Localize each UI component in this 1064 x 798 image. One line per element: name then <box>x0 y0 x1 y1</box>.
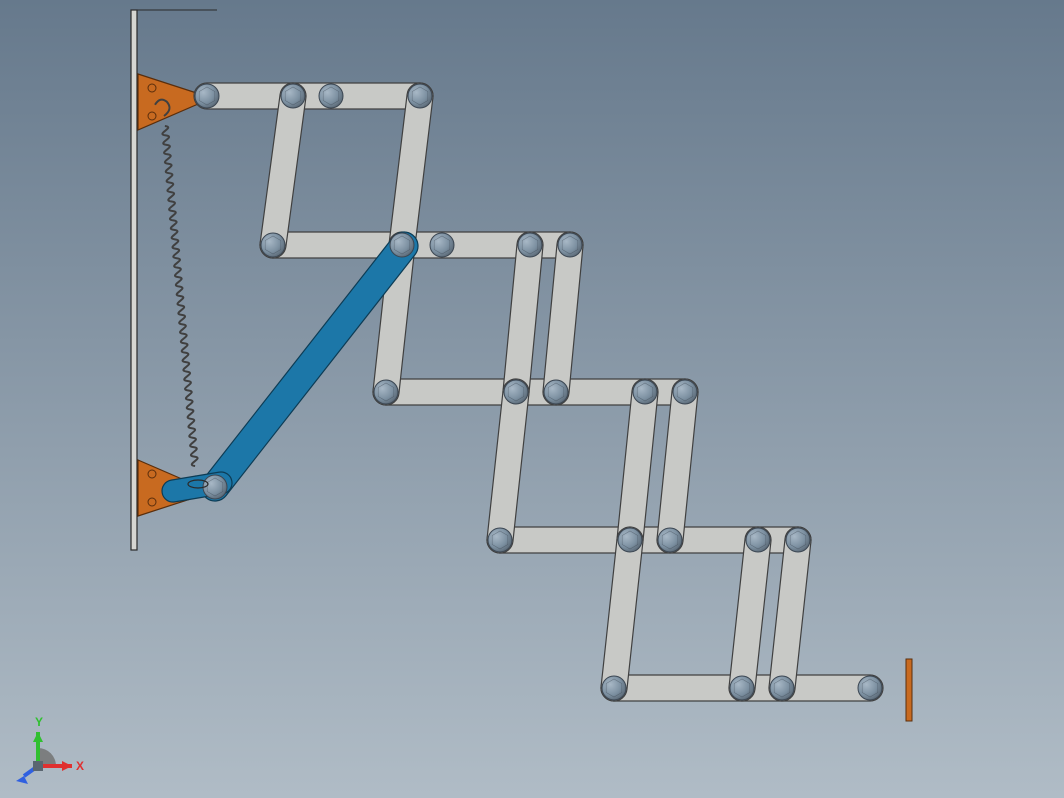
pivot-pin <box>673 380 697 404</box>
pivot-pin <box>602 676 626 700</box>
pivot-pin <box>281 84 305 108</box>
wall-plate <box>131 10 137 550</box>
orientation-triad[interactable]: Y X <box>0 688 110 798</box>
pivot-pin <box>786 528 810 552</box>
cad-viewport[interactable]: Y X <box>0 0 1064 798</box>
pivot-pin <box>558 233 582 257</box>
scissor-ladder-model[interactable] <box>0 0 1064 798</box>
pivot-pin <box>408 84 432 108</box>
pivot-pin <box>858 676 882 700</box>
pivot-pin <box>390 233 414 257</box>
extension-spring <box>155 99 206 493</box>
pivot-pin <box>544 380 568 404</box>
pivot-pin <box>430 233 454 257</box>
pivot-pin <box>658 528 682 552</box>
axis-x-label: X <box>76 759 84 773</box>
pivot-pin <box>195 84 219 108</box>
pivot-pin <box>488 528 512 552</box>
pivot-pin <box>504 380 528 404</box>
axis-y-label: Y <box>35 715 43 729</box>
pivot-pin <box>730 676 754 700</box>
pivot-pin <box>518 233 542 257</box>
pivot-pin <box>633 380 657 404</box>
triad-origin-cube <box>33 761 43 771</box>
pivot-pin <box>770 676 794 700</box>
pivot-pin <box>261 233 285 257</box>
pivot-pin <box>618 528 642 552</box>
pivot-pin <box>374 380 398 404</box>
end-plate <box>906 659 912 721</box>
pivot-pin <box>319 84 343 108</box>
pivot-pin <box>203 475 227 499</box>
link <box>194 83 433 109</box>
pivot-pin <box>746 528 770 552</box>
